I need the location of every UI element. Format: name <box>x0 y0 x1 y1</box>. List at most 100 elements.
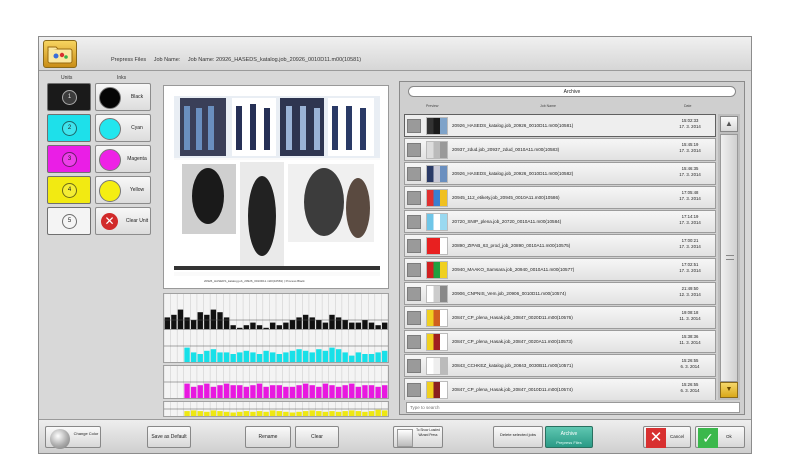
ink-zone-bar[interactable] <box>322 383 329 398</box>
ink-zone-bar[interactable] <box>329 411 335 416</box>
ink-zone-bar[interactable] <box>184 347 190 362</box>
breadcrumb-section[interactable]: Prepress Files <box>111 57 146 63</box>
ink-zone-bar[interactable] <box>197 411 203 416</box>
ink-zone-bar[interactable] <box>210 410 217 416</box>
unit-5-button[interactable]: 5 <box>47 207 91 235</box>
archive-search-input[interactable] <box>406 402 740 413</box>
show-wizard-button[interactable]: To Show Loaded Wizard Press <box>393 426 443 448</box>
ink-zone-bar[interactable] <box>382 350 388 362</box>
ink-zone-bar[interactable] <box>342 352 348 362</box>
row-select-checkbox[interactable] <box>407 239 421 253</box>
ink-zone-bar[interactable] <box>230 412 236 417</box>
ink-zone-bar[interactable] <box>368 385 375 398</box>
ink-zone-bar[interactable] <box>375 409 381 416</box>
ink-zone-bar[interactable] <box>368 411 375 416</box>
archive-job-row[interactable]: 20847_CP_plena_Hasak.job_20847_0020D11.m… <box>404 306 716 329</box>
archive-job-row[interactable]: 20937_zdud.job_20937_zdud_0010A11.m00(10… <box>404 138 716 161</box>
archive-job-row[interactable]: 20926_HASEDS_katalog.job_20926_0010D11.m… <box>404 114 716 137</box>
ink-zone-bar[interactable] <box>250 352 256 362</box>
change-color-button[interactable]: Change Color <box>45 426 101 449</box>
row-select-checkbox[interactable] <box>407 119 421 133</box>
clear-unit-button[interactable]: ✕ Clear Unit <box>95 207 151 235</box>
ink-zone-bar[interactable] <box>223 383 230 398</box>
col-job-name-header[interactable]: Job Name <box>540 104 556 108</box>
ink-zone-bar[interactable] <box>316 386 322 398</box>
ink-zone-bar[interactable] <box>217 411 223 416</box>
ink-cyan-button[interactable]: Cyan <box>95 114 151 142</box>
ink-zone-bar[interactable] <box>223 352 230 362</box>
ink-zone-bar[interactable] <box>375 386 381 398</box>
archive-scrollbar[interactable]: ▲ ▼ <box>718 114 740 400</box>
ink-zone-bar[interactable] <box>217 352 223 362</box>
ink-zone-bar[interactable] <box>362 385 368 398</box>
ink-zone-bar[interactable] <box>270 385 276 398</box>
row-select-checkbox[interactable] <box>407 167 421 181</box>
ink-zone-bar[interactable] <box>184 383 190 398</box>
ink-yellow-button[interactable]: Yellow <box>95 176 151 204</box>
save-as-default-button[interactable]: Save as Default <box>147 426 191 448</box>
ink-zone-bar[interactable] <box>263 350 269 362</box>
ink-zone-bar[interactable] <box>210 349 217 362</box>
ink-zone-bar[interactable] <box>276 354 282 362</box>
ink-zone-bar[interactable] <box>342 411 348 416</box>
ink-zone-bar[interactable] <box>349 355 355 362</box>
row-select-checkbox[interactable] <box>407 335 421 349</box>
ink-zone-bar[interactable] <box>296 411 302 416</box>
ink-zone-bar[interactable] <box>217 385 223 398</box>
ink-zone-bar[interactable] <box>296 385 302 398</box>
ink-zone-bar[interactable] <box>309 352 315 362</box>
ink-zone-bar[interactable] <box>184 411 190 416</box>
app-logo-button[interactable] <box>43 40 77 68</box>
ink-zone-bar[interactable] <box>322 411 329 416</box>
row-select-checkbox[interactable] <box>407 215 421 229</box>
archive-job-row[interactable]: 20926_HASEDS_katalog.job_20926_0010D11.m… <box>404 162 716 185</box>
ink-zone-bar[interactable] <box>335 411 342 416</box>
row-select-checkbox[interactable] <box>407 359 421 373</box>
row-select-checkbox[interactable] <box>407 311 421 325</box>
ink-zone-bar[interactable] <box>302 411 309 416</box>
ink-zone-bar[interactable] <box>237 352 243 362</box>
ink-zone-bar[interactable] <box>276 411 282 416</box>
ink-magenta-button[interactable]: Magenta <box>95 145 151 173</box>
ink-zone-bar[interactable] <box>270 352 276 362</box>
ink-zone-bar[interactable] <box>322 350 329 362</box>
ink-black-button[interactable]: Black <box>95 83 151 111</box>
ink-zone-bar[interactable] <box>289 350 296 362</box>
ink-zone-bar[interactable] <box>223 411 230 416</box>
unit-4-button[interactable]: 4 <box>47 176 91 204</box>
ink-zone-bar[interactable] <box>309 410 315 416</box>
col-preview-header[interactable]: Preview <box>426 104 438 108</box>
ink-zone-bar[interactable] <box>204 383 210 398</box>
ink-zone-bar[interactable] <box>283 411 289 416</box>
ink-zone-bar[interactable] <box>368 354 375 362</box>
row-select-checkbox[interactable] <box>407 191 421 205</box>
ink-zone-bar[interactable] <box>230 385 236 398</box>
ink-zone-bar[interactable] <box>349 410 355 416</box>
ink-zone-bar[interactable] <box>302 383 309 398</box>
ink-zone-bar[interactable] <box>329 347 335 362</box>
ink-zone-bar[interactable] <box>355 411 362 416</box>
unit-2-button[interactable]: 2 <box>47 114 91 142</box>
archive-job-row[interactable]: 20945_112_etikety.job_20945_0010A11.m00(… <box>404 186 716 209</box>
ink-zone-bar[interactable] <box>289 412 296 417</box>
clear-button[interactable]: Clear <box>295 426 339 448</box>
ink-zone-bar[interactable] <box>197 354 203 362</box>
ink-zone-bar[interactable] <box>335 349 342 362</box>
ink-zone-bar[interactable] <box>190 352 197 362</box>
ink-zone-bar[interactable] <box>362 354 368 362</box>
ink-zone-bar[interactable] <box>349 383 355 398</box>
unit-3-button[interactable]: 3 <box>47 145 91 173</box>
archive-job-row[interactable]: 20940_MAAKO_Samsara.job_20940_0010A11.m0… <box>404 258 716 281</box>
ink-zone-bar[interactable] <box>382 385 388 398</box>
ink-zone-bar[interactable] <box>197 385 203 398</box>
ink-zone-bar[interactable] <box>210 386 217 398</box>
archive-button[interactable]: Archive Prepress Files <box>545 426 593 448</box>
ink-zone-bar[interactable] <box>270 410 276 416</box>
ink-zone-bar[interactable] <box>250 411 256 416</box>
ink-zone-bar[interactable] <box>283 352 289 362</box>
ink-zone-bar[interactable] <box>382 410 388 416</box>
ink-zone-bar[interactable] <box>335 386 342 398</box>
archive-job-row[interactable]: 20720_SNIP_plena.job_20720_0010A11.m00(1… <box>404 210 716 233</box>
delete-selected-jobs-button[interactable]: Delete selected jobs <box>493 426 543 448</box>
scroll-up-button[interactable]: ▲ <box>720 116 738 132</box>
